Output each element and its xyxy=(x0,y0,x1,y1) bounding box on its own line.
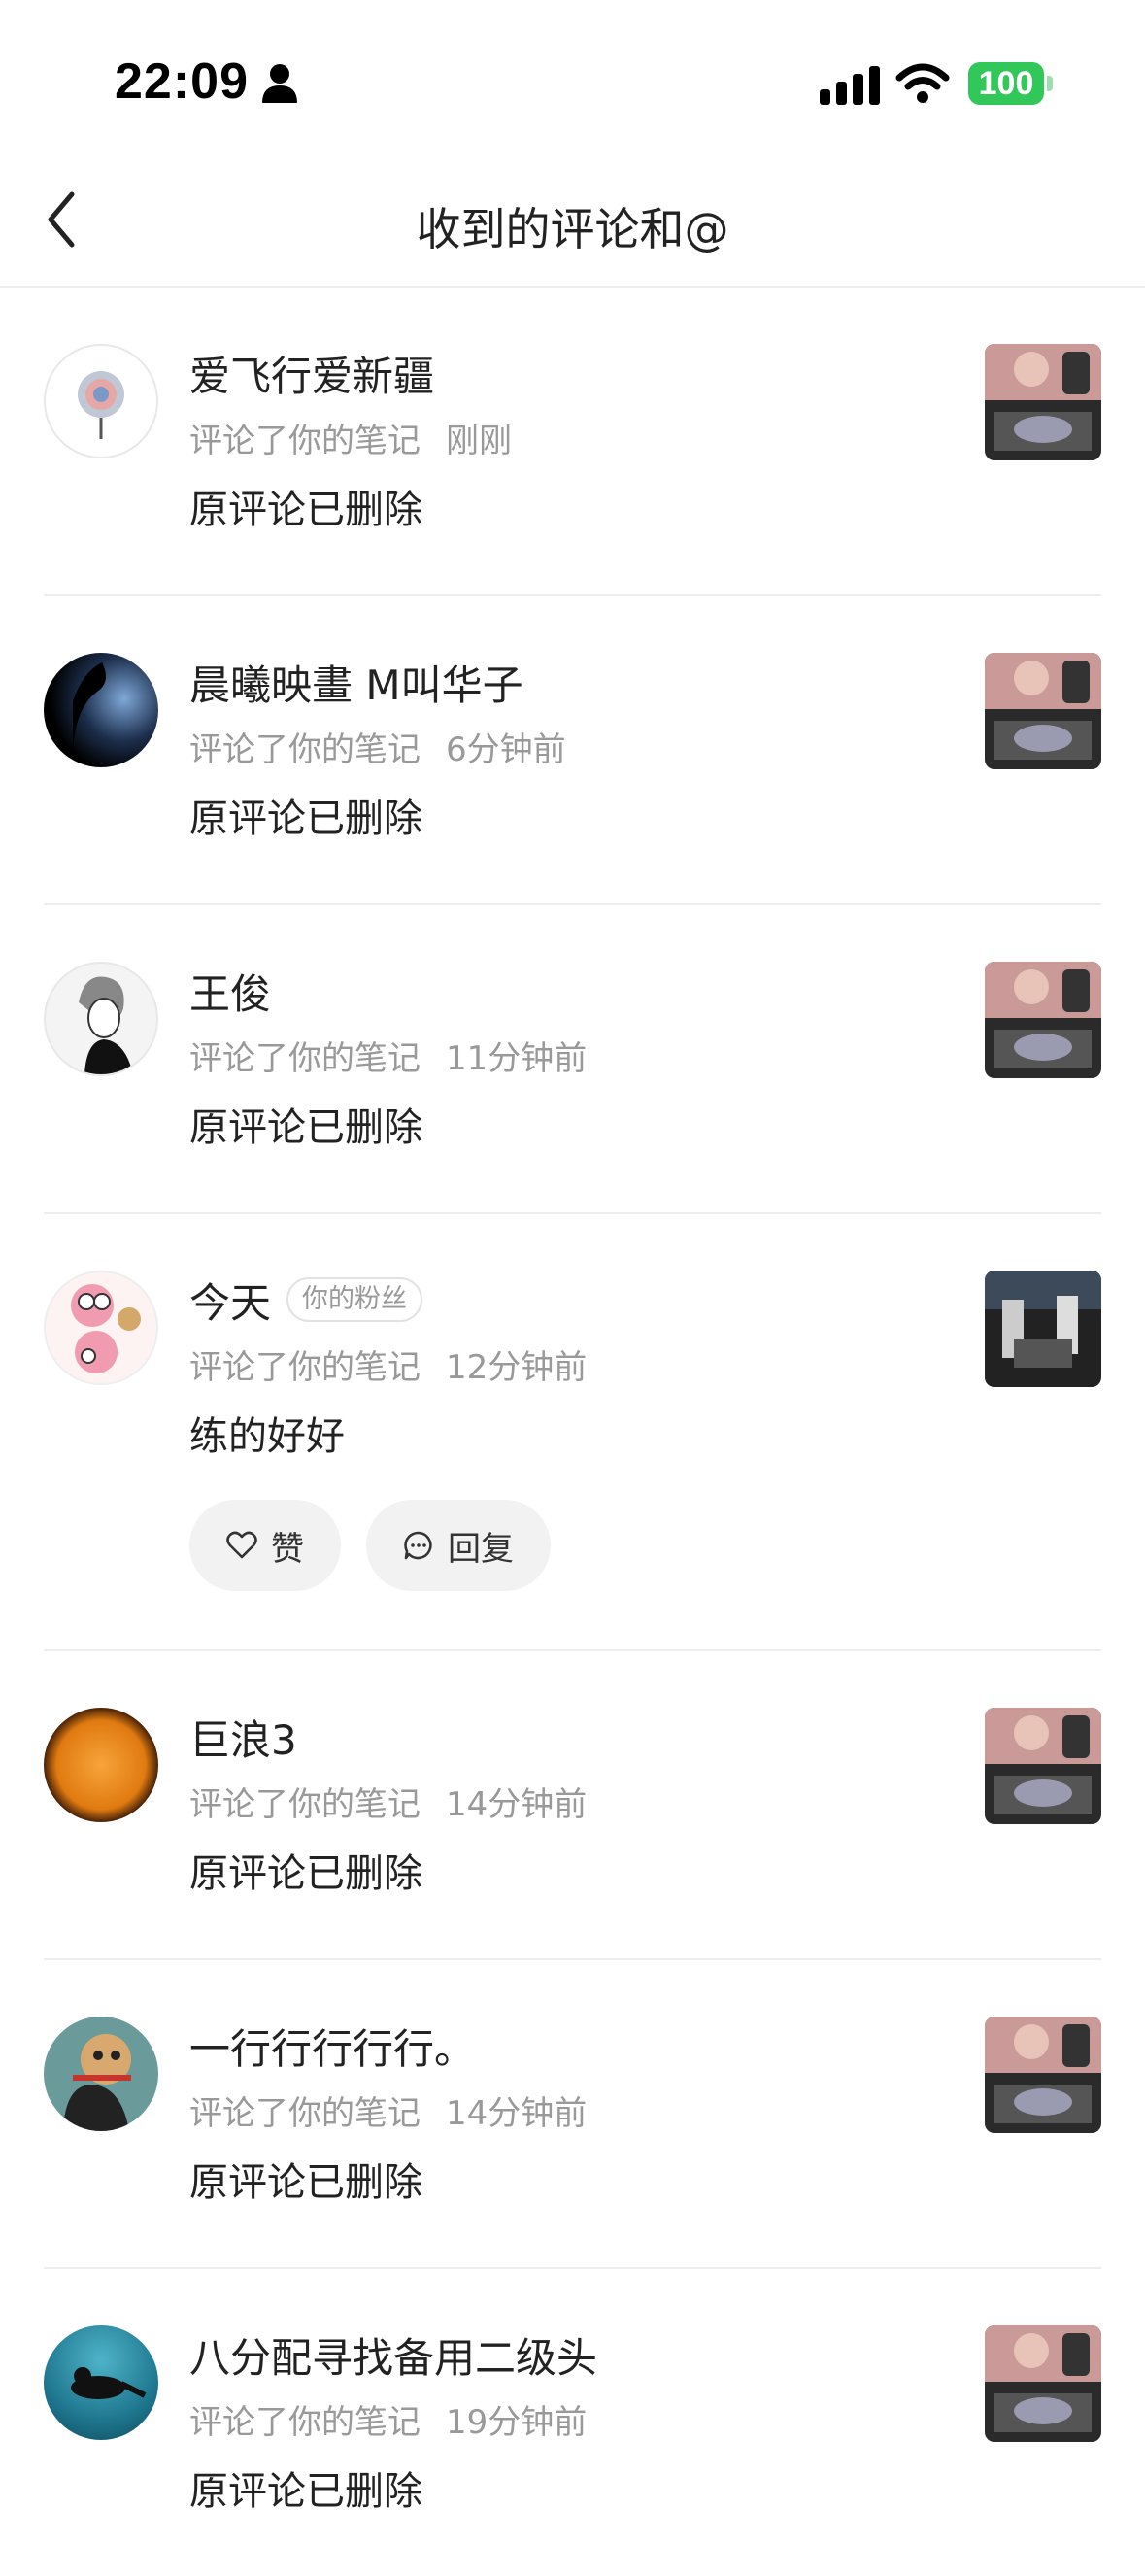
comment-text: 原评论已删除 xyxy=(189,2160,422,2205)
avatar[interactable] xyxy=(44,1708,158,1822)
like-button[interactable]: 赞 xyxy=(189,1500,341,1591)
action-text: 评论了你的笔记 xyxy=(189,1785,421,1824)
comment-text: 原评论已删除 xyxy=(189,2469,422,2514)
avatar[interactable] xyxy=(44,962,158,1076)
time-ago: 14分钟前 xyxy=(446,1785,588,1824)
note-thumbnail[interactable] xyxy=(985,653,1101,769)
username[interactable]: 晨曦映畫 M叫华子 xyxy=(189,653,523,712)
meta: 评论了你的笔记 19分钟前 xyxy=(189,2395,587,2443)
list-item[interactable]: 王俊 评论了你的笔记 11分钟前 原评论已删除 xyxy=(44,905,1101,1214)
meta: 评论了你的笔记 14分钟前 xyxy=(189,1778,587,1825)
fan-badge: 你的粉丝 xyxy=(286,1277,423,1322)
meta: 评论了你的笔记 6分钟前 xyxy=(189,723,566,770)
time-ago: 14分钟前 xyxy=(446,2094,588,2133)
username[interactable]: 一行行行行行。 xyxy=(189,2017,475,2076)
like-label: 赞 xyxy=(271,1529,304,1569)
avatar[interactable] xyxy=(44,653,158,767)
meta: 评论了你的笔记 刚刚 xyxy=(189,414,512,461)
list-item[interactable]: 爱飞行爱新疆 评论了你的笔记 刚刚 原评论已删除 xyxy=(44,288,1101,596)
meta: 评论了你的笔记 11分钟前 xyxy=(189,1032,587,1079)
time-ago: 刚刚 xyxy=(446,422,512,460)
time-ago: 12分钟前 xyxy=(446,1348,588,1387)
comment-text: 练的好好 xyxy=(189,1414,345,1459)
cellular-signal-icon xyxy=(820,66,880,105)
username[interactable]: 爱飞行爱新疆 xyxy=(189,344,434,403)
action-text: 评论了你的笔记 xyxy=(189,1348,421,1387)
page-title: 收到的评论和@ xyxy=(416,203,729,255)
reply-label: 回复 xyxy=(448,1529,514,1569)
username[interactable]: 王俊 xyxy=(189,962,271,1021)
person-icon xyxy=(262,64,297,103)
comment-text: 原评论已删除 xyxy=(189,1105,422,1150)
note-thumbnail[interactable] xyxy=(985,1708,1101,1824)
username[interactable]: 八分配寻找备用二级头 xyxy=(189,2325,597,2385)
avatar[interactable] xyxy=(44,344,158,458)
meta: 评论了你的笔记 14分钟前 xyxy=(189,2086,587,2134)
comment-actions: 赞 回复 xyxy=(189,1500,576,1591)
action-text: 评论了你的笔记 xyxy=(189,1039,421,1078)
note-thumbnail[interactable] xyxy=(985,2017,1101,2133)
battery-tip xyxy=(1047,76,1053,91)
note-thumbnail[interactable] xyxy=(985,2325,1101,2442)
time-ago: 6分钟前 xyxy=(446,730,566,769)
reply-button[interactable]: 回复 xyxy=(366,1500,551,1591)
list-item[interactable]: 巨浪3 评论了你的笔记 14分钟前 原评论已删除 xyxy=(44,1651,1101,1960)
battery-indicator: 100 xyxy=(968,62,1044,105)
list-item[interactable]: 八分配寻找备用二级头 评论了你的笔记 19分钟前 原评论已删除 xyxy=(44,2269,1101,2576)
comment-list: 爱飞行爱新疆 评论了你的笔记 刚刚 原评论已删除 晨曦映畫 M叫华子 评论了你的笔… xyxy=(0,288,1145,2576)
avatar[interactable] xyxy=(44,1271,158,1385)
avatar[interactable] xyxy=(44,2017,158,2131)
time-ago: 19分钟前 xyxy=(446,2403,588,2442)
status-time: 22:09 xyxy=(115,53,249,110)
action-text: 评论了你的笔记 xyxy=(189,2094,421,2133)
note-thumbnail[interactable] xyxy=(985,962,1101,1078)
wifi-icon xyxy=(895,63,950,103)
list-item[interactable]: 今天 你的粉丝 评论了你的笔记 12分钟前 练的好好 赞 回复 xyxy=(44,1214,1101,1651)
avatar[interactable] xyxy=(44,2325,158,2440)
list-item[interactable]: 一行行行行行。 评论了你的笔记 14分钟前 原评论已删除 xyxy=(44,1960,1101,2269)
username[interactable]: 巨浪3 xyxy=(189,1708,297,1767)
navigation-bar: 收到的评论和@ xyxy=(0,155,1145,288)
time-ago: 11分钟前 xyxy=(446,1039,588,1078)
list-item[interactable]: 晨曦映畫 M叫华子 评论了你的笔记 6分钟前 原评论已删除 xyxy=(44,596,1101,905)
comment-bubble-icon xyxy=(404,1531,432,1560)
note-thumbnail[interactable] xyxy=(985,1271,1101,1387)
comment-text: 原评论已删除 xyxy=(189,797,422,841)
status-bar: 22:09 100 xyxy=(0,0,1145,155)
meta: 评论了你的笔记 12分钟前 xyxy=(189,1340,587,1388)
action-text: 评论了你的笔记 xyxy=(189,422,421,460)
heart-icon xyxy=(226,1531,257,1559)
action-text: 评论了你的笔记 xyxy=(189,2403,421,2442)
comment-text: 原评论已删除 xyxy=(189,1851,422,1896)
comment-text: 原评论已删除 xyxy=(189,488,422,532)
username[interactable]: 今天 xyxy=(189,1271,271,1330)
action-text: 评论了你的笔记 xyxy=(189,730,421,769)
note-thumbnail[interactable] xyxy=(985,344,1101,460)
